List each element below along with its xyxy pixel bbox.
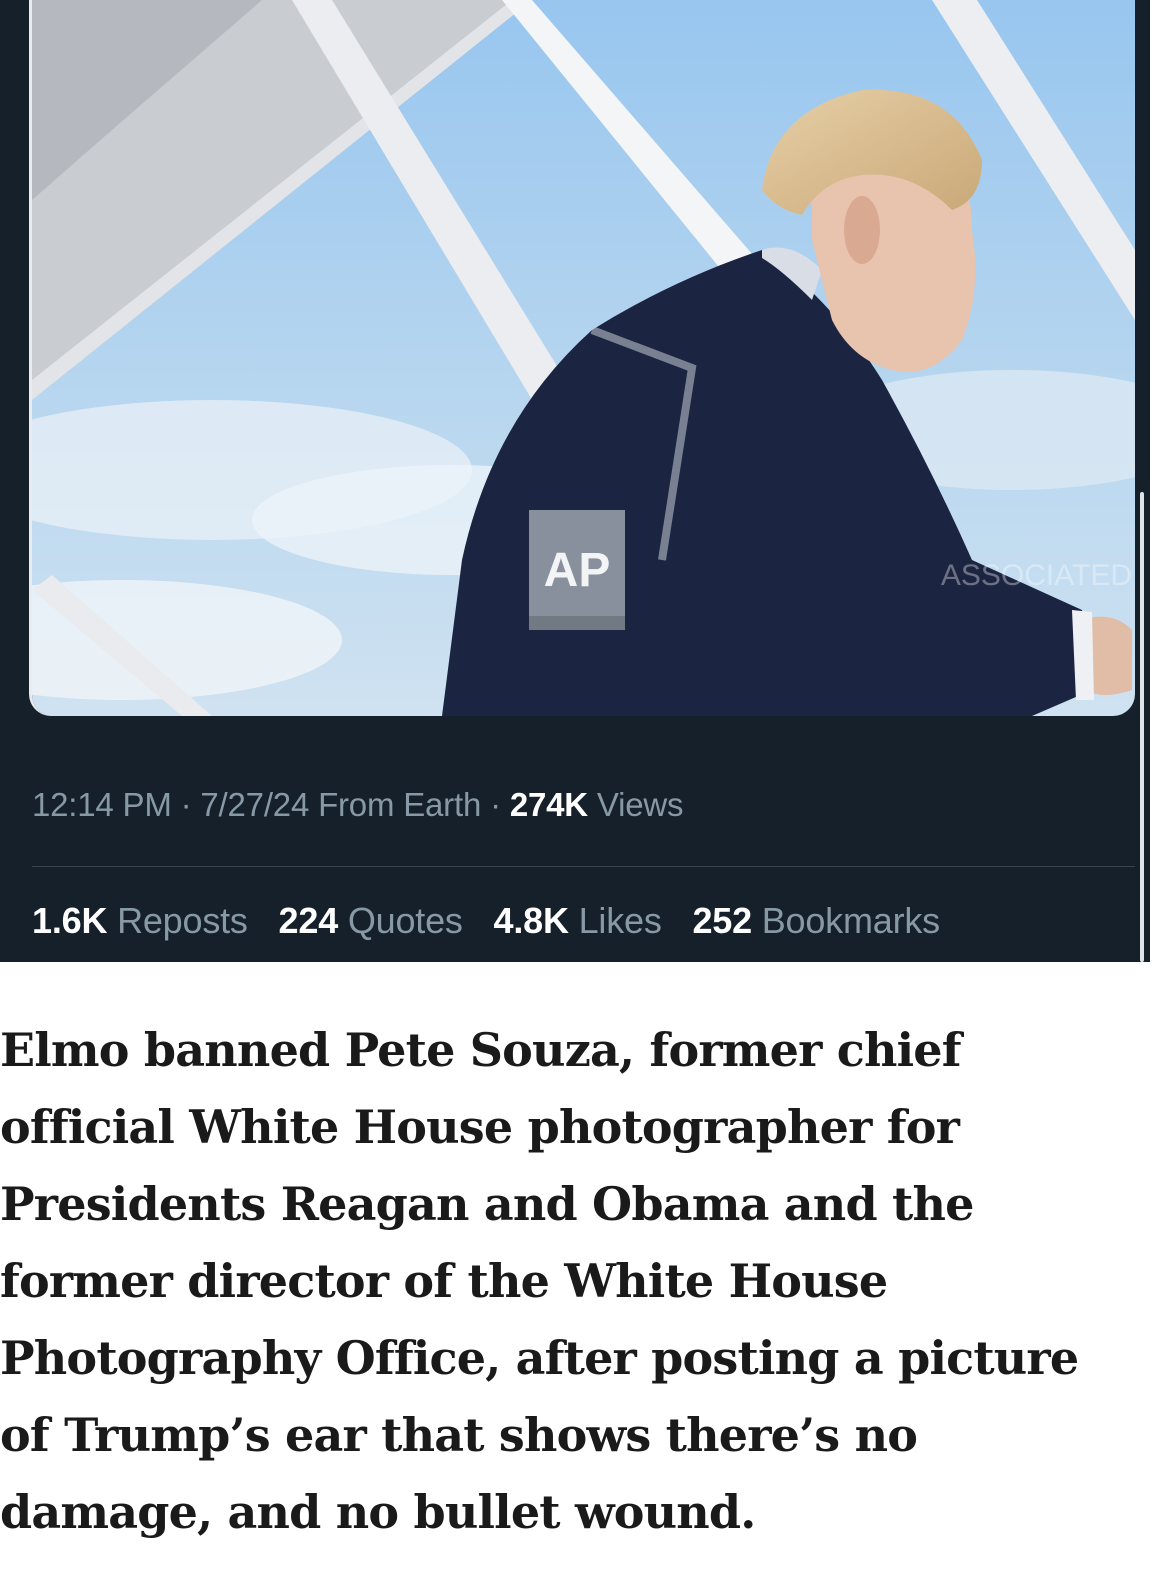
engagement-stats: 1.6K Reposts 224 Quotes 4.8K Likes 252 B… (32, 900, 961, 942)
stat-quotes[interactable]: 224 Quotes (279, 900, 463, 941)
stat-label: Likes (578, 900, 662, 941)
caption-line: Presidents Reagan and Obama and the (0, 1177, 974, 1231)
stat-label: Bookmarks (761, 900, 940, 941)
article-caption: Elmo banned Pete Souza, former chief off… (0, 1012, 1160, 1551)
stat-count: 252 (692, 900, 752, 941)
person-ear (844, 196, 880, 264)
stat-reposts[interactable]: 1.6K Reposts (32, 900, 248, 941)
tweet-photo[interactable]: AP ASSOCIATED (29, 0, 1135, 716)
tweet-date[interactable]: 7/27/24 (200, 786, 309, 823)
ap-watermark-side-text: ASSOCIATED (941, 559, 1132, 592)
views-count[interactable]: 274K (510, 786, 588, 823)
caption-line: former director of the White House (0, 1254, 888, 1308)
stat-likes[interactable]: 4.8K Likes (494, 900, 662, 941)
stat-label: Reposts (117, 900, 248, 941)
divider (32, 866, 1135, 867)
tweet-time[interactable]: 12:14 PM (32, 786, 172, 823)
meta-separator: · (180, 786, 192, 823)
caption-line: Elmo banned Pete Souza, former chief (0, 1023, 962, 1077)
stat-label: Quotes (347, 900, 463, 941)
caption-line: damage, and no bullet wound. (0, 1485, 756, 1539)
tweet-source: From Earth (318, 786, 482, 823)
tweet-card: AP ASSOCIATED 12:14 PM · 7/27/24 From Ea… (0, 0, 1150, 962)
caption-line: official White House photographer for (0, 1100, 960, 1154)
caption-line: of Trump’s ear that shows there’s no (0, 1408, 918, 1462)
stat-count: 224 (278, 900, 339, 941)
ap-watermark-text: AP (544, 544, 611, 597)
caption-line: Photography Office, after posting a pict… (0, 1331, 1079, 1385)
tweet-meta: 12:14 PM · 7/27/24 From Earth · 274K Vie… (32, 786, 684, 824)
stat-count: 1.6K (32, 900, 108, 941)
photo-illustration: AP ASSOCIATED (32, 0, 1135, 716)
stat-bookmarks[interactable]: 252 Bookmarks (692, 900, 940, 941)
meta-separator: · (490, 786, 501, 823)
stat-count: 4.8K (493, 900, 569, 941)
scrollbar[interactable] (1140, 492, 1144, 962)
views-label[interactable]: Views (597, 786, 684, 823)
